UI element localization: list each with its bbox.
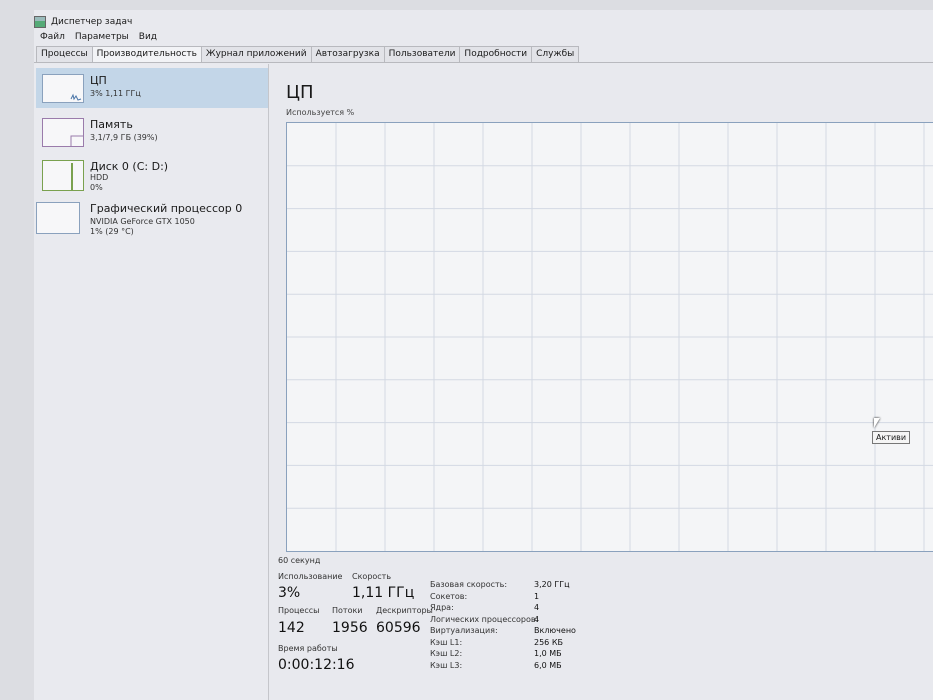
sidebar-item-sub2: 0% bbox=[90, 183, 103, 192]
tooltip: Активи bbox=[872, 431, 911, 444]
spec-label: Виртуализация: bbox=[430, 626, 498, 635]
spec-value: 3,20 ГГц bbox=[534, 580, 570, 589]
tab-processes[interactable]: Процессы bbox=[36, 46, 93, 62]
spec-value: 6,0 МБ bbox=[534, 660, 562, 670]
mouse-cursor-icon bbox=[874, 418, 882, 428]
sidebar-item-memory[interactable]: Память 3,1/7,9 ГБ (39%) bbox=[36, 112, 268, 152]
processes-label: Процессы bbox=[278, 606, 320, 615]
sidebar-item-cpu[interactable]: ЦП 3% 1,11 ГГц bbox=[36, 68, 268, 108]
sidebar-item-title: Память bbox=[90, 118, 133, 131]
time-axis-label: 60 секунд bbox=[278, 556, 321, 565]
sidebar-item-sub: 3,1/7,9 ГБ (39%) bbox=[90, 133, 158, 142]
gpu-thumbnail-graph bbox=[36, 202, 80, 234]
spec-label: Ядра: bbox=[430, 603, 454, 612]
performance-panel: ЦП Используется % 60 секунд Использовани… bbox=[278, 70, 933, 700]
graph-label: Используется % bbox=[286, 108, 355, 117]
spec-label: Логических процессоров: bbox=[430, 614, 539, 624]
menu-view[interactable]: Вид bbox=[139, 32, 157, 46]
page-title: ЦП bbox=[286, 82, 314, 103]
window-title: Диспетчер задач bbox=[51, 17, 133, 27]
usage-value: 3% bbox=[278, 585, 301, 601]
tab-app-history[interactable]: Журнал приложений bbox=[200, 46, 312, 62]
sidebar-item-title: Графический процессор 0 bbox=[90, 202, 243, 215]
threads-label: Потоки bbox=[332, 606, 363, 615]
tab-divider bbox=[34, 62, 933, 63]
spec-value: 1,0 МБ bbox=[534, 649, 562, 658]
speed-value: 1,11 ГГц bbox=[352, 585, 415, 601]
sidebar-item-sub: HDD bbox=[90, 173, 109, 182]
sidebar-item-gpu[interactable]: Графический процессор 0 NVIDIA GeForce G… bbox=[36, 196, 268, 242]
sidebar-item-sub2: 1% (29 °C) bbox=[90, 227, 134, 236]
spec-label: Базовая скорость: bbox=[430, 580, 508, 589]
menu-options[interactable]: Параметры bbox=[75, 32, 129, 46]
uptime-value: 0:00:12:16 bbox=[278, 657, 355, 673]
menu-file[interactable]: Файл bbox=[40, 32, 65, 46]
spec-label: Кэш L1: bbox=[430, 637, 463, 647]
cpu-thumbnail-graph bbox=[42, 74, 84, 103]
threads-value: 1956 bbox=[332, 620, 368, 636]
sidebar-item-title: Диск 0 (C: D:) bbox=[90, 160, 169, 173]
spec-label: Кэш L2: bbox=[430, 649, 463, 658]
spec-value: 256 КБ bbox=[534, 637, 563, 647]
menu-bar: Файл Параметры Вид bbox=[40, 32, 157, 46]
task-manager-window: Диспетчер задач Файл Параметры Вид Проце… bbox=[34, 10, 933, 700]
sidebar-item-disk[interactable]: Диск 0 (C: D:) HDD 0% bbox=[36, 154, 268, 194]
cpu-usage-graph bbox=[286, 122, 933, 552]
tab-services[interactable]: Службы bbox=[531, 46, 580, 62]
graph-grid bbox=[287, 123, 933, 551]
handles-value: 60596 bbox=[376, 620, 421, 636]
sidebar-item-title: ЦП bbox=[90, 74, 107, 87]
spec-label: Кэш L3: bbox=[430, 660, 463, 670]
spec-label: Сокетов: bbox=[430, 591, 468, 601]
title-bar: Диспетчер задач bbox=[34, 14, 132, 30]
sidebar-item-sub: NVIDIA GeForce GTX 1050 bbox=[90, 217, 195, 226]
uptime-label: Время работы bbox=[278, 644, 338, 653]
spec-value: 4 bbox=[534, 603, 540, 612]
task-manager-icon bbox=[34, 16, 46, 28]
memory-thumbnail-graph bbox=[42, 118, 84, 147]
processes-value: 142 bbox=[278, 620, 305, 636]
resource-sidebar: ЦП 3% 1,11 ГГц Память 3,1/7,9 ГБ (39%) Д… bbox=[34, 64, 269, 700]
sidebar-item-sub: 3% 1,11 ГГц bbox=[90, 89, 141, 98]
spec-value: Включено bbox=[534, 626, 576, 635]
tab-details[interactable]: Подробности bbox=[459, 46, 533, 62]
spec-value: 4 bbox=[534, 614, 540, 624]
tab-performance[interactable]: Производительность bbox=[91, 46, 202, 62]
tab-strip: Процессы Производительность Журнал прило… bbox=[36, 46, 580, 62]
disk-thumbnail-graph bbox=[42, 160, 84, 191]
spec-value: 1 bbox=[534, 591, 540, 601]
speed-label: Скорость bbox=[352, 572, 392, 581]
handles-label: Дескрипторы bbox=[376, 606, 433, 615]
usage-label: Использование bbox=[278, 572, 343, 581]
tab-startup[interactable]: Автозагрузка bbox=[310, 46, 385, 62]
tab-users[interactable]: Пользователи bbox=[383, 46, 461, 62]
